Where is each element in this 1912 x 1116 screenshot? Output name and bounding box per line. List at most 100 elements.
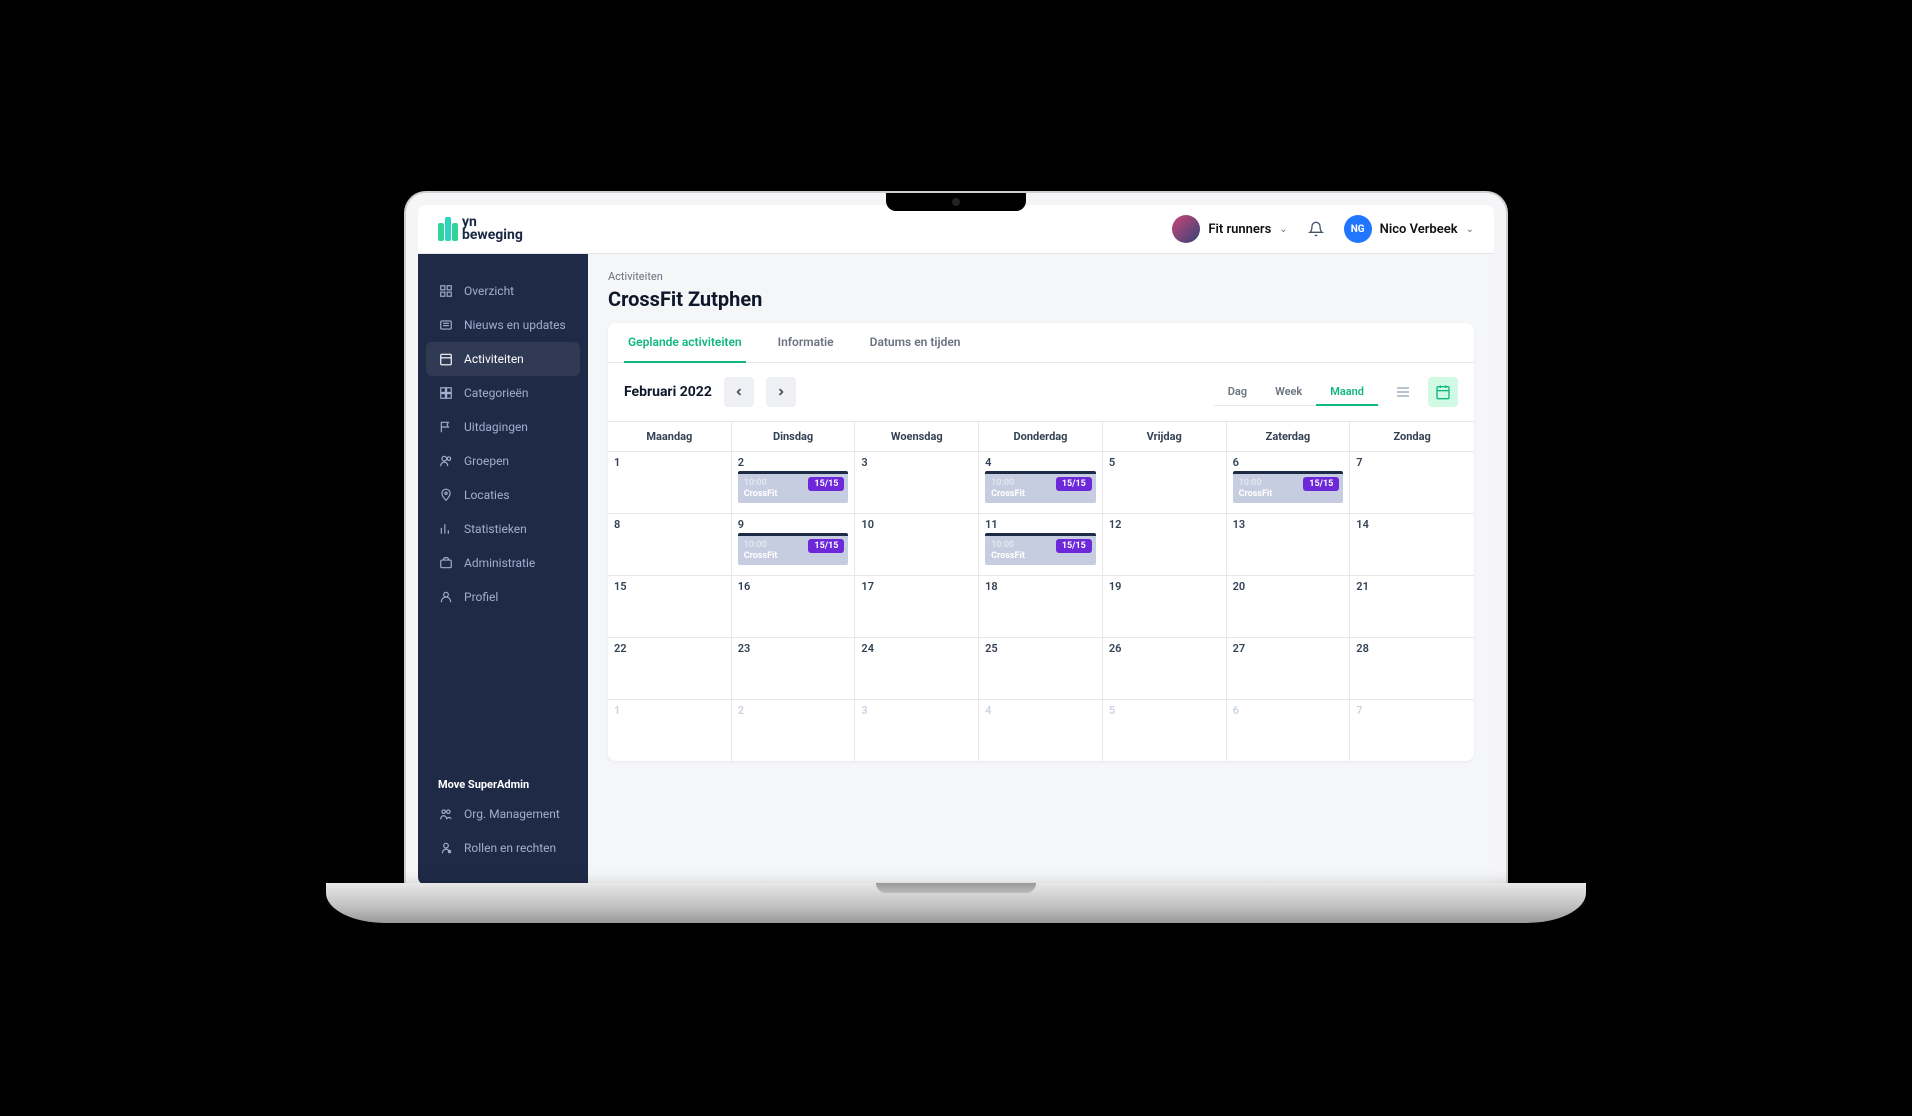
- calendar-cell[interactable]: 610:00CrossFit15/15: [1227, 451, 1351, 513]
- day-number: 1: [614, 704, 725, 717]
- calendar-cell[interactable]: 3: [855, 451, 979, 513]
- day-number: 20: [1233, 580, 1344, 593]
- calendar-cell[interactable]: 5: [1103, 699, 1227, 761]
- user-menu[interactable]: NG Nico Verbeek ⌄: [1344, 215, 1474, 243]
- view-week[interactable]: Week: [1261, 379, 1316, 406]
- calendar-event[interactable]: 10:00CrossFit15/15: [985, 471, 1096, 503]
- next-month-button[interactable]: [766, 377, 796, 407]
- sidebar-item-uitdagingen[interactable]: Uitdagingen: [426, 410, 580, 444]
- day-number: 18: [985, 580, 1096, 593]
- calendar-cell[interactable]: 17: [855, 575, 979, 637]
- sidebar-item-label: Groepen: [464, 454, 509, 468]
- app-screen: yn beweging Fit runners ⌄ NG Nico Verbee…: [418, 205, 1494, 885]
- view-maand[interactable]: Maand: [1316, 379, 1378, 406]
- tab-datums-en-tijden[interactable]: Datums en tijden: [866, 323, 965, 363]
- prev-month-button[interactable]: [724, 377, 754, 407]
- day-number: 5: [1109, 456, 1220, 469]
- calendar-event[interactable]: 10:00CrossFit15/15: [985, 533, 1096, 565]
- notifications-button[interactable]: [1302, 215, 1330, 243]
- calendar-event[interactable]: 10:00CrossFit15/15: [738, 471, 849, 503]
- news-icon: [439, 318, 453, 332]
- calendar-event[interactable]: 10:00CrossFit15/15: [738, 533, 849, 565]
- calendar-cell[interactable]: 14: [1350, 513, 1474, 575]
- day-number: 10: [861, 518, 972, 531]
- calendar-cell[interactable]: 21: [1350, 575, 1474, 637]
- calendar-cell[interactable]: 3: [855, 699, 979, 761]
- pin-icon: [439, 488, 453, 502]
- day-number: 27: [1233, 642, 1344, 655]
- calendar-cell[interactable]: 7: [1350, 451, 1474, 513]
- calendar-cell[interactable]: 1110:00CrossFit15/15: [979, 513, 1103, 575]
- tabs: Geplande activiteiten Informatie Datums en…: [608, 323, 1474, 363]
- calendar-cell[interactable]: 24: [855, 637, 979, 699]
- calendar-view-button[interactable]: [1428, 377, 1458, 407]
- calendar-cell[interactable]: 910:00CrossFit15/15: [732, 513, 856, 575]
- sidebar-item-rollen-en-rechten[interactable]: Rollen en rechten: [426, 831, 580, 865]
- calendar-cell[interactable]: 23: [732, 637, 856, 699]
- grid-icon: [439, 386, 453, 400]
- activity-card: Geplande activiteiten Informatie Datums en…: [608, 323, 1474, 761]
- user-icon: [439, 590, 453, 604]
- event-capacity-badge: 15/15: [808, 477, 844, 491]
- weekday-header: Donderdag: [979, 422, 1103, 451]
- calendar-icon: [439, 352, 453, 366]
- sidebar-item-administratie[interactable]: Administratie: [426, 546, 580, 580]
- calendar-cell[interactable]: 210:00CrossFit15/15: [732, 451, 856, 513]
- calendar-cell[interactable]: 6: [1227, 699, 1351, 761]
- calendar-cell[interactable]: 5: [1103, 451, 1227, 513]
- calendar-cell[interactable]: 8: [608, 513, 732, 575]
- day-number: 22: [614, 642, 725, 655]
- calendar-cell[interactable]: 1: [608, 451, 732, 513]
- laptop-notch: [886, 193, 1026, 211]
- main-content: Activiteiten CrossFit Zutphen Geplande a…: [588, 254, 1494, 885]
- list-icon: [1395, 384, 1411, 400]
- list-view-button[interactable]: [1388, 377, 1418, 407]
- calendar-cell[interactable]: 10: [855, 513, 979, 575]
- calendar-cell[interactable]: 2: [732, 699, 856, 761]
- calendar-cell[interactable]: 26: [1103, 637, 1227, 699]
- calendar-cell[interactable]: 22: [608, 637, 732, 699]
- calendar-cell[interactable]: 25: [979, 637, 1103, 699]
- org-switcher[interactable]: Fit runners ⌄: [1172, 215, 1287, 243]
- calendar-cell[interactable]: 13: [1227, 513, 1351, 575]
- day-number: 1: [614, 456, 725, 469]
- day-number: 15: [614, 580, 725, 593]
- logo[interactable]: yn beweging: [438, 216, 523, 241]
- day-number: 2: [738, 704, 849, 717]
- sidebar-admin-heading: Move SuperAdmin: [426, 768, 580, 797]
- sidebar-item-activiteiten[interactable]: Activiteiten: [426, 342, 580, 376]
- sidebar-item-org-management[interactable]: Org. Management: [426, 797, 580, 831]
- day-number: 6: [1233, 704, 1344, 717]
- calendar-cell[interactable]: 1: [608, 699, 732, 761]
- calendar-cell[interactable]: 12: [1103, 513, 1227, 575]
- sidebar-item-locaties[interactable]: Locaties: [426, 478, 580, 512]
- calendar-event[interactable]: 10:00CrossFit15/15: [1233, 471, 1344, 503]
- tab-geplande-activiteiten[interactable]: Geplande activiteiten: [624, 323, 746, 363]
- calendar-cell[interactable]: 20: [1227, 575, 1351, 637]
- calendar-cell[interactable]: 15: [608, 575, 732, 637]
- sidebar-item-groepen[interactable]: Groepen: [426, 444, 580, 478]
- logo-mark-icon: [438, 217, 458, 241]
- calendar-cell[interactable]: 7: [1350, 699, 1474, 761]
- day-number: 28: [1356, 642, 1468, 655]
- calendar-cell[interactable]: 16: [732, 575, 856, 637]
- day-number: 12: [1109, 518, 1220, 531]
- sidebar-item-statistieken[interactable]: Statistieken: [426, 512, 580, 546]
- calendar-cell[interactable]: 27: [1227, 637, 1351, 699]
- calendar-cell[interactable]: 19: [1103, 575, 1227, 637]
- sidebar-item-profiel[interactable]: Profiel: [426, 580, 580, 614]
- sidebar-item-overzicht[interactable]: Overzicht: [426, 274, 580, 308]
- sidebar-item-label: Org. Management: [464, 807, 560, 821]
- calendar-cell[interactable]: 4: [979, 699, 1103, 761]
- view-dag[interactable]: Dag: [1214, 379, 1261, 406]
- calendar-cell[interactable]: 18: [979, 575, 1103, 637]
- bell-icon: [1308, 221, 1324, 237]
- sidebar-item-categorieën[interactable]: Categorieën: [426, 376, 580, 410]
- day-number: 4: [985, 456, 1096, 469]
- calendar-cell[interactable]: 28: [1350, 637, 1474, 699]
- briefcase-icon: [439, 556, 453, 570]
- tab-informatie[interactable]: Informatie: [774, 323, 838, 363]
- sidebar-item-nieuws-en-updates[interactable]: Nieuws en updates: [426, 308, 580, 342]
- org-avatar: [1172, 215, 1200, 243]
- calendar-cell[interactable]: 4 10:00CrossFit15/15: [979, 451, 1103, 513]
